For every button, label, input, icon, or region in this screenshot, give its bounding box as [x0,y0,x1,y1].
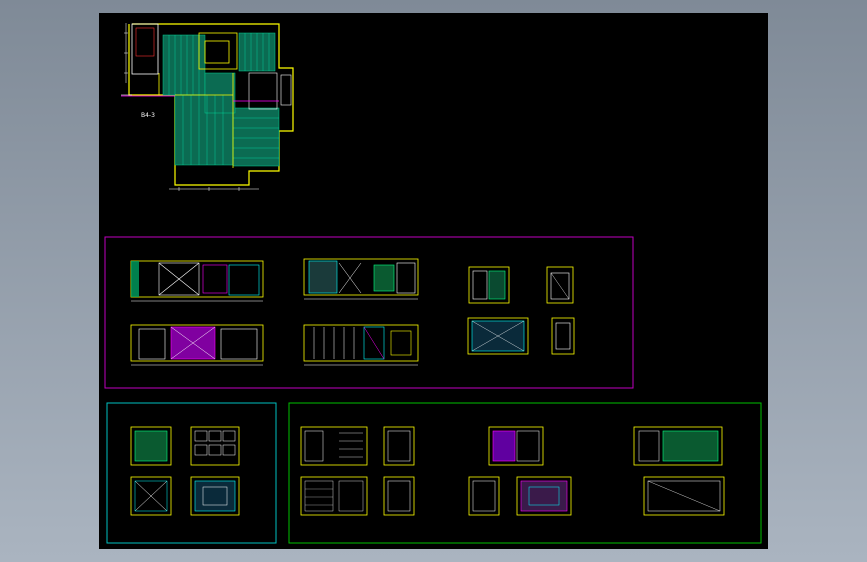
elevation-sheet[interactable] [516,476,572,516]
elevation-sheet[interactable] [303,258,419,300]
elevation-sheet[interactable] [130,260,264,302]
elevation-sheet[interactable] [300,476,368,516]
elevation-sheet[interactable] [467,317,529,355]
elevation-sheet[interactable] [303,324,419,366]
elevation-sheet[interactable] [130,476,172,516]
plan-label: B4-3 [141,112,155,119]
elevation-sheet[interactable] [190,426,240,466]
elevation-group-magenta[interactable] [104,236,634,389]
elevation-sheet[interactable] [643,476,725,516]
elevation-sheet[interactable] [468,476,500,516]
elevation-sheet[interactable] [190,476,240,516]
elevation-sheet[interactable] [383,476,415,516]
elevation-sheet[interactable] [551,317,575,355]
elevation-sheet[interactable] [130,324,264,366]
cad-model-viewport[interactable]: B4-3 [99,13,768,549]
elevation-sheet[interactable] [130,426,172,466]
elevation-group-green[interactable] [288,402,762,544]
elevation-group-cyan[interactable] [106,402,277,544]
elevation-sheet[interactable] [488,426,544,466]
elevation-sheet[interactable] [300,426,368,466]
elevation-sheet[interactable] [383,426,415,466]
floor-plan[interactable]: B4-3 [121,23,294,191]
elevation-sheet[interactable] [546,266,574,304]
drawing-canvas[interactable]: B4-3 [99,13,768,549]
elevation-sheet[interactable] [468,266,510,304]
elevation-sheet[interactable] [633,426,723,466]
